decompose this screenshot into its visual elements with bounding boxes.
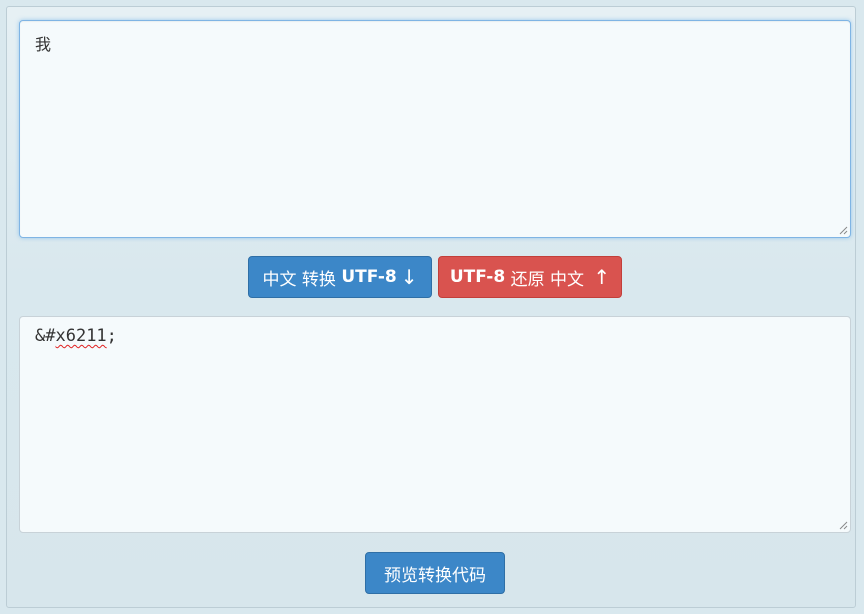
resize-grip-icon[interactable]	[839, 521, 848, 530]
encode-button-label-cn: 中文 转换	[262, 269, 342, 290]
utf8-output-textarea[interactable]: &#x6211;	[19, 316, 851, 533]
output-prefix: &#	[35, 326, 56, 346]
output-suffix: ;	[106, 326, 117, 346]
arrow-up-icon: ↑	[593, 265, 611, 289]
chinese-input-textarea[interactable]: 我	[19, 20, 851, 238]
output-code: x6211	[55, 326, 107, 346]
resize-grip-icon[interactable]	[839, 226, 848, 235]
arrow-down-icon: ↓	[400, 265, 418, 289]
encode-button-label-utf8: UTF-8	[341, 267, 397, 287]
decode-chinese-button[interactable]: UTF-8 还原 中文 ↑	[438, 256, 622, 298]
preview-code-button[interactable]: 预览转换代码	[365, 552, 505, 594]
encode-utf8-button[interactable]: 中文 转换 UTF-8 ↓	[248, 256, 432, 298]
decode-button-label-utf8: UTF-8	[449, 267, 506, 287]
decode-button-label-cn: 还原 中文	[505, 269, 590, 290]
chinese-input-value: 我	[35, 35, 52, 54]
